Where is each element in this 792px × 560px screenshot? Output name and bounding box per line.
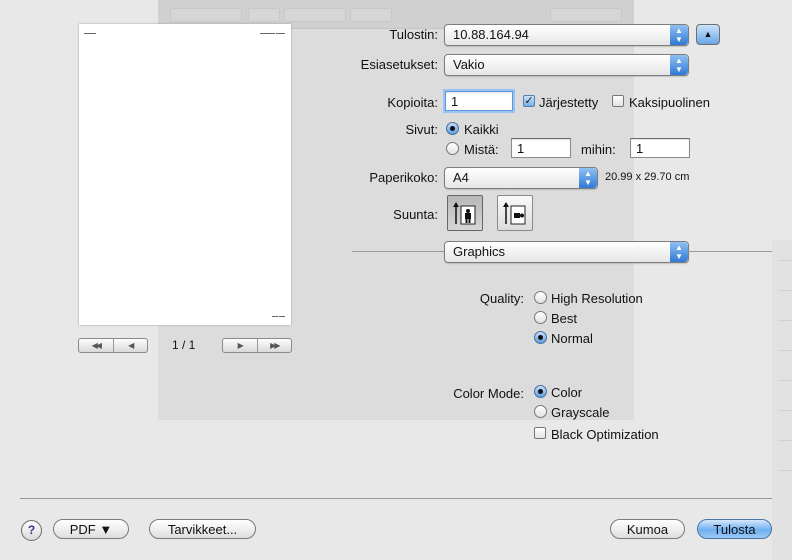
copies-label: Kopioita: (387, 95, 438, 110)
popup-arrows-icon: ▲ ▼ (670, 55, 688, 75)
preview-header-right: ▬▬▬▬▬ ▬▬▬ (260, 31, 285, 35)
popup-arrows-icon: ▲ ▼ (579, 168, 597, 188)
popup-arrows-icon: ▲ ▼ (670, 242, 688, 262)
printer-value: 10.88.164.94 (453, 27, 529, 42)
help-button[interactable]: ? (21, 520, 42, 541)
preview-header-left: ▬▬▬▬ (84, 31, 96, 35)
collated-checkbox[interactable]: ✓ (523, 95, 535, 107)
quality-high-resolution-label: High Resolution (551, 291, 643, 306)
previous-page-icon[interactable]: ◀ (112, 339, 148, 352)
paper-size-popup[interactable]: A4 ▲ ▼ (444, 167, 598, 189)
pages-label: Sivut: (405, 122, 438, 137)
printer-popup[interactable]: 10.88.164.94 ▲ ▼ (444, 24, 689, 46)
presets-value: Vakio (453, 57, 485, 72)
pages-from-label: Mistä: (464, 142, 499, 157)
presets-popup[interactable]: Vakio ▲ ▼ (444, 54, 689, 76)
black-optimization-checkbox[interactable] (534, 427, 546, 439)
preview-footer: ▬▬ ▬▬ (272, 314, 285, 318)
collated-label: Järjestetty (539, 95, 599, 110)
panel-selector-value: Graphics (453, 244, 506, 259)
color-mode-color-radio[interactable] (534, 385, 547, 398)
panel-selector-popup[interactable]: Graphics ▲ ▼ (444, 241, 689, 263)
printer-label: Tulostin: (389, 27, 438, 42)
landscape-orientation-button[interactable] (497, 195, 533, 231)
section-divider-left (352, 251, 444, 252)
quality-normal-radio[interactable] (534, 331, 547, 344)
color-mode-label: Color Mode: (453, 386, 524, 401)
paper-dimensions: 20.99 x 29.70 cm (605, 171, 690, 183)
quality-normal-label: Normal (551, 331, 593, 346)
last-page-icon[interactable]: ▶▶ (256, 339, 292, 352)
color-mode-color-label: Color (551, 385, 583, 400)
print-button[interactable]: Tulosta (697, 519, 772, 539)
preview-back-buttons[interactable]: ◀◀ ◀ (78, 338, 148, 353)
pages-from-field[interactable]: 1 (511, 138, 571, 158)
color-mode-grayscale-label: Grayscale (551, 405, 610, 420)
next-page-icon[interactable]: ▶ (223, 339, 257, 352)
portrait-icon (453, 202, 476, 225)
quality-label: Quality: (479, 291, 524, 306)
collapse-details-button[interactable]: ▲ (696, 24, 720, 45)
pages-all-radio[interactable] (446, 122, 459, 135)
pdf-menu-button[interactable]: PDF ▼ (53, 519, 129, 539)
copies-field[interactable]: 1 (445, 91, 513, 111)
preview-forward-buttons[interactable]: ▶ ▶▶ (222, 338, 292, 353)
paper-size-label: Paperikoko: (369, 170, 438, 185)
triangle-up-icon: ▲ (703, 29, 713, 39)
page-indicator: 1 / 1 (172, 338, 196, 352)
question-mark-icon: ? (27, 523, 36, 537)
two-sided-checkbox[interactable] (612, 95, 624, 107)
pages-all-label: Kaikki (464, 122, 499, 137)
supplies-button[interactable]: Tarvikkeet... (149, 519, 256, 539)
cancel-button[interactable]: Kumoa (610, 519, 685, 539)
quality-best-radio[interactable] (534, 311, 547, 324)
black-optimization-label: Black Optimization (551, 427, 659, 442)
pages-to-label: mihin: (581, 142, 616, 157)
orientation-label: Suunta: (393, 207, 438, 222)
popup-arrows-icon: ▲ ▼ (670, 25, 688, 45)
two-sided-label: Kaksipuolinen (629, 95, 710, 110)
pages-range-radio[interactable] (446, 142, 459, 155)
section-divider-right (688, 251, 772, 252)
presets-label: Esiasetukset: (360, 57, 438, 72)
portrait-orientation-button[interactable] (447, 195, 483, 231)
background-window-edge (772, 240, 792, 560)
bottom-divider (20, 498, 772, 499)
paper-size-value: A4 (453, 170, 469, 185)
quality-best-label: Best (551, 311, 578, 326)
page-preview: ▬▬▬▬ ▬▬▬▬▬ ▬▬▬ ▬▬ ▬▬ (79, 24, 291, 325)
landscape-icon (503, 202, 526, 225)
quality-high-resolution-radio[interactable] (534, 291, 547, 304)
pages-to-field[interactable]: 1 (630, 138, 690, 158)
first-page-icon[interactable]: ◀◀ (79, 339, 113, 352)
color-mode-grayscale-radio[interactable] (534, 405, 547, 418)
